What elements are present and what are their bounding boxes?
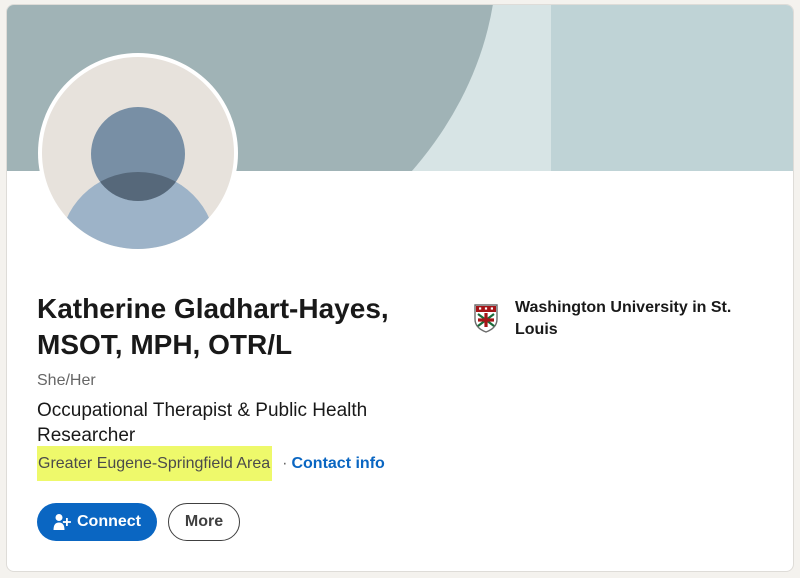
contact-info-link[interactable]: Contact info: [291, 455, 384, 473]
location-text: Greater Eugene-Springfield Area: [37, 446, 273, 481]
pronouns: She/Her: [37, 372, 96, 389]
more-button[interactable]: More: [168, 503, 240, 541]
add-person-icon: [53, 513, 71, 531]
location-row: Greater Eugene-Springfield Area · Contac…: [37, 446, 385, 481]
university-shield-icon: [473, 303, 499, 333]
profile-headline: Occupational Therapist & Public Health R…: [37, 400, 368, 446]
default-avatar-icon: [42, 57, 234, 249]
organization-link[interactable]: Washington University in St. Louis: [473, 297, 765, 341]
separator-dot: ·: [282, 454, 288, 472]
more-label: More: [184, 513, 224, 530]
organization-name: Washington University in St. Louis: [515, 299, 732, 338]
connect-button[interactable]: Connect: [37, 503, 157, 541]
connect-label: Connect: [77, 513, 141, 530]
avatar[interactable]: [38, 53, 238, 253]
profile-card: Katherine Gladhart-Hayes, MSOT, MPH, OTR…: [6, 4, 794, 572]
profile-name: Katherine Gladhart-Hayes, MSOT, MPH, OTR…: [37, 293, 389, 360]
